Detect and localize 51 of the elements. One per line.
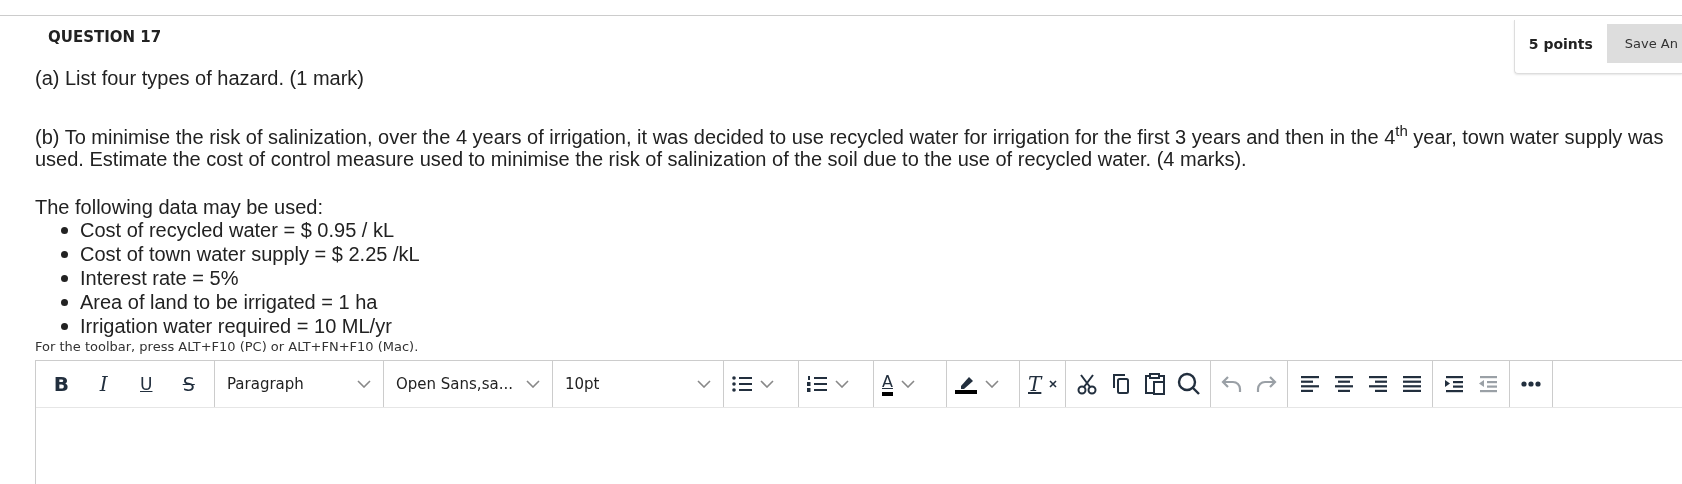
numbered-list-icon (807, 375, 827, 393)
clipboard-icon (1144, 373, 1167, 395)
save-answer-button[interactable]: Save An (1606, 24, 1682, 63)
scissors-icon (1077, 373, 1098, 395)
answer-editor[interactable]: B I U S Paragraph Open Sans,sa... 10pt A T (35, 360, 1682, 484)
bullet-icon (61, 274, 68, 282)
more-icon (1521, 381, 1542, 387)
indent-icon (1444, 375, 1465, 393)
bullet-list-icon (732, 375, 752, 393)
chevron-icon (985, 380, 999, 388)
align-left-icon (1299, 375, 1320, 393)
text-color-button[interactable]: A (878, 367, 919, 401)
bullet-icon (61, 226, 68, 234)
align-right-icon (1367, 375, 1388, 393)
toolbar-hint: For the toolbar, press ALT+F10 (PC) or ALT+FN+F10 (Mac). (35, 338, 420, 356)
question-text: (a) List four types of hazard. (1 mark) (35, 67, 365, 89)
chevron-icon (526, 380, 540, 388)
dropdown[interactable]: Paragraph (219, 367, 379, 401)
undo-icon (1221, 375, 1244, 393)
highlighter-icon (955, 374, 977, 394)
chevron-icon (760, 380, 774, 388)
data-item: Cost of recycled water = $ 0.95 / kL (80, 218, 395, 242)
bullet-icon (61, 298, 68, 306)
justify-icon (1401, 375, 1422, 393)
strikethrough-button[interactable]: S (171, 367, 206, 401)
copy-icon (1111, 373, 1132, 395)
align-center-icon (1333, 375, 1354, 393)
chevron-icon (697, 380, 711, 388)
bold-button[interactable]: B (44, 367, 79, 401)
bullet-icon (61, 250, 68, 258)
chevron-icon (357, 380, 371, 388)
italic-button[interactable]: I (86, 367, 121, 401)
chevron-icon (835, 380, 849, 388)
underline-button[interactable]: U (129, 367, 164, 401)
dropdown[interactable]: Open Sans,sa... (388, 367, 548, 401)
clear-formatting-button[interactable]: T (1024, 367, 1062, 401)
cross-icon (1049, 380, 1058, 388)
chevron-icon (900, 380, 915, 388)
data-item: Area of land to be irrigated = 1 ha (80, 290, 378, 314)
question-text: (b) To minimise the risk of salinization, over the 4 years of irrigation, it was decided to use recycled water for irrigation for the first 3 years and then in the 4$^{th}$ year, town water supply was used. Estimate the cost of control measure used to minimise the risk of salinization of the soil due to the use of recycled water. (4 marks). (35, 126, 1665, 170)
points-label: 5 points (1528, 35, 1593, 52)
question-title: QUESTION 17 (48, 28, 162, 46)
data-intro: The following data may be used: (35, 196, 324, 218)
data-item: Cost of town water supply = $ 2.25 /kL (80, 242, 420, 266)
outdent-icon (1478, 375, 1499, 393)
dropdown[interactable]: 10pt (557, 367, 719, 401)
data-item: Irrigation water required = 10 ML/yr (80, 314, 392, 338)
redo-icon (1255, 375, 1278, 393)
search-icon (1177, 372, 1202, 396)
data-item: Interest rate = 5% (80, 266, 239, 290)
bullet-icon (61, 322, 68, 330)
